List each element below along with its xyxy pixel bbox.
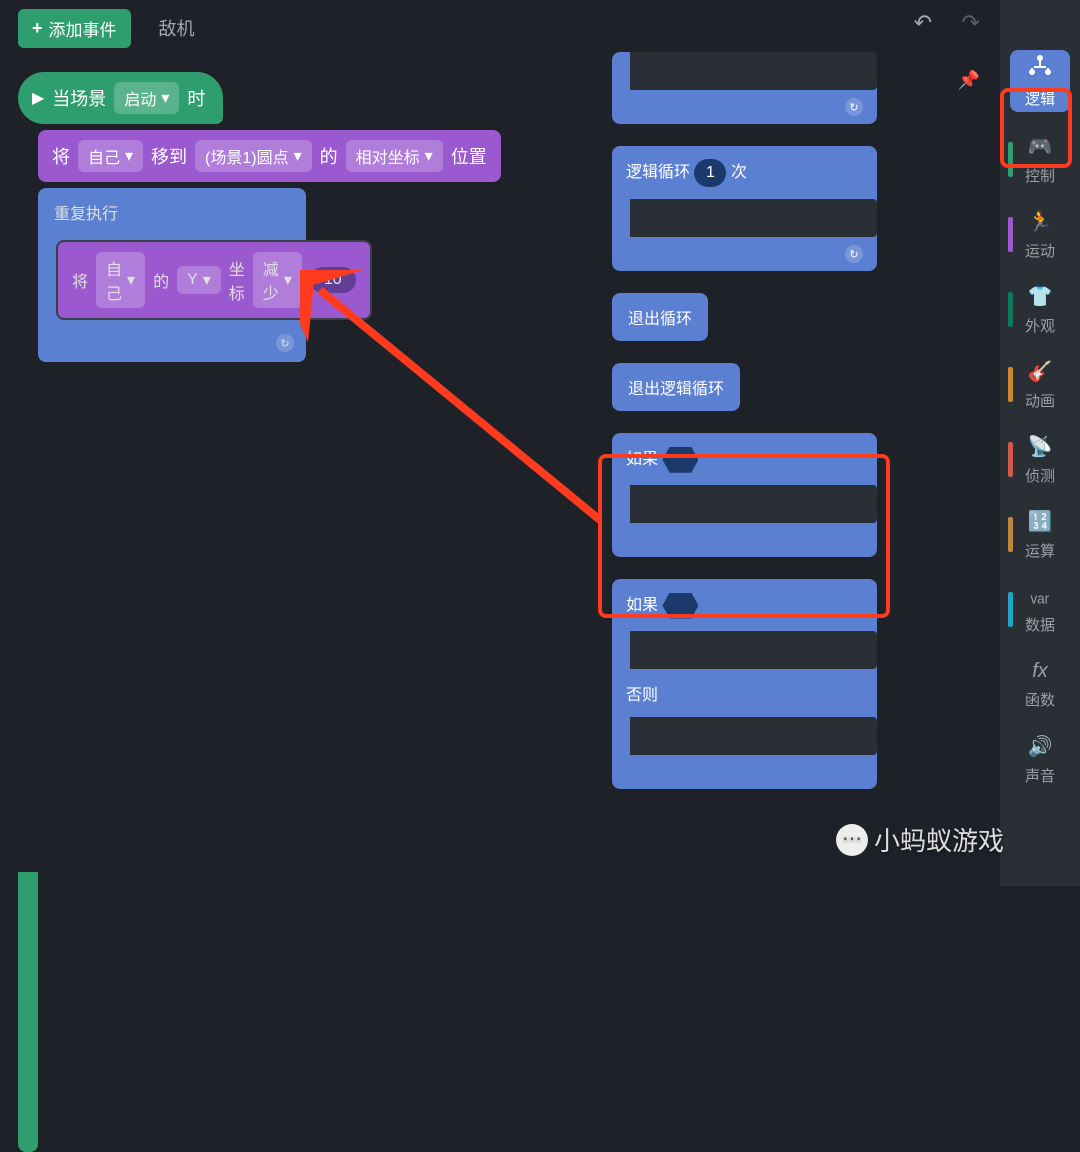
rail-animation[interactable]: 🎸 动画 [1004,347,1076,422]
move-of: 的 [320,143,338,169]
rail-label: 数据 [1025,614,1055,635]
hat-tail [18,872,38,1152]
move-post: 位置 [451,143,487,169]
add-event-label: 添加事件 [49,16,117,41]
rail-motion[interactable]: 🏃 运动 [1004,197,1076,272]
watermark-text: 小蚂蚁游戏 [874,821,1004,858]
data-icon: ᵥₐᵣ [1031,585,1050,608]
change-target[interactable]: 自己▾ [96,252,145,308]
sensing-icon: 📡 [1028,434,1053,459]
rail-data[interactable]: ᵥₐᵣ 数据 [1004,572,1076,647]
rail-label: 控制 [1025,165,1055,186]
move-scene[interactable]: (场景1)圆点▾ [195,140,312,172]
palette-block-c-partial[interactable]: ↻ [612,52,877,124]
rail-label: 动画 [1025,390,1055,411]
loop-icon: ↻ [845,98,863,116]
rail-sound[interactable]: 🔊 声音 [1004,722,1076,797]
change-coord: 坐标 [229,256,245,304]
hat-post: 时 [187,85,205,111]
hat-dropdown[interactable]: 启动▾ [114,82,179,114]
animation-icon: 🎸 [1028,359,1053,384]
rail-control[interactable]: 🎮 控制 [1004,122,1076,197]
change-op[interactable]: 减少▾ [253,252,302,308]
hat-pre: 当场景 [52,85,106,111]
rail-function[interactable]: fx 函数 [1004,647,1076,722]
move-mid: 移到 [151,143,187,169]
palette-block-if-else[interactable]: 如果 否则 [612,579,877,789]
plus-icon: + [32,18,43,39]
move-pre: 将 [52,143,70,169]
function-icon: fx [1032,660,1048,683]
block-change-y[interactable]: 将 自己▾ 的 Y▾ 坐标 减少▾ 10 [56,240,372,320]
palette-block-if[interactable]: 如果 [612,433,877,557]
sprite-name: 敌机 [159,15,195,41]
pin-icon[interactable]: 📌 [958,70,980,91]
rail-label: 运动 [1025,240,1055,261]
hex-condition-slot[interactable] [662,447,698,473]
category-rail: 逻辑 🎮 控制 🏃 运动 👕 外观 🎸 动画 📡 侦测 🔢 运算 ᵥₐᵣ 数据 fx 函数 🔊 声… [1000,0,1080,886]
if-label: 如果 [626,597,658,614]
rail-logic-label: 逻辑 [1025,88,1055,109]
rail-sensing[interactable]: 📡 侦测 [1004,422,1076,497]
play-icon: ▶ [32,88,44,108]
wechat-icon [836,824,868,856]
looks-icon: 👕 [1028,284,1053,309]
block-move-to[interactable]: 将 自己▾ 移到 (场景1)圆点▾ 的 相对坐标▾ 位置 [38,130,501,182]
rail-label: 函数 [1025,689,1055,710]
block-repeat[interactable]: 重复执行 将 自己▾ 的 Y▾ 坐标 减少▾ 10 ↻ [38,188,306,362]
if-label: 如果 [626,451,658,468]
change-axis[interactable]: Y▾ [177,266,221,294]
rail-operators[interactable]: 🔢 运算 [1004,497,1076,572]
block-palette[interactable]: ↻ 逻辑循环 1 次 ↻ 退出循环 退出逻辑循环 如果 如果 否则 [612,52,877,886]
palette-block-exit-logic-loop[interactable]: 退出逻辑循环 [612,363,740,411]
logic-icon [1027,54,1053,82]
undo-icon[interactable]: ↶ [914,10,932,36]
repeat-head: 重复执行 [38,188,306,236]
move-coord[interactable]: 相对坐标▾ [346,140,443,172]
workspace[interactable]: ▶ 当场景 启动▾ 时 将 自己▾ 移到 (场景1)圆点▾ 的 相对坐标▾ 位置… [18,72,598,872]
else-label: 否则 [626,687,658,704]
rail-looks[interactable]: 👕 外观 [1004,272,1076,347]
loop-icon: ↻ [845,245,863,263]
hex-condition-slot[interactable] [662,593,698,619]
rail-label: 声音 [1025,765,1055,786]
change-of: 的 [153,268,169,292]
logic-loop-pre: 逻辑循环 [626,164,690,181]
rail-logic[interactable]: 逻辑 [1010,50,1070,112]
logic-loop-value[interactable]: 1 [694,159,726,187]
loop-icon: ↻ [276,334,294,352]
watermark: 小蚂蚁游戏 [836,821,1004,858]
palette-block-logic-loop[interactable]: 逻辑循环 1 次 ↻ [612,146,877,271]
rail-label: 运算 [1025,540,1055,561]
change-value[interactable]: 10 [310,267,356,293]
palette-block-exit-loop[interactable]: 退出循环 [612,293,708,341]
add-event-button[interactable]: + 添加事件 [18,9,131,48]
operators-icon: 🔢 [1028,509,1053,534]
hat-block-scene-start[interactable]: ▶ 当场景 启动▾ 时 [18,72,223,124]
change-pre: 将 [72,268,88,292]
control-icon: 🎮 [1028,134,1053,159]
sound-icon: 🔊 [1028,734,1053,759]
rail-label: 外观 [1025,315,1055,336]
logic-loop-post: 次 [731,164,747,181]
move-target[interactable]: 自己▾ [78,140,143,172]
redo-icon[interactable]: ↷ [962,10,980,36]
rail-label: 侦测 [1025,465,1055,486]
motion-icon: 🏃 [1028,209,1053,234]
